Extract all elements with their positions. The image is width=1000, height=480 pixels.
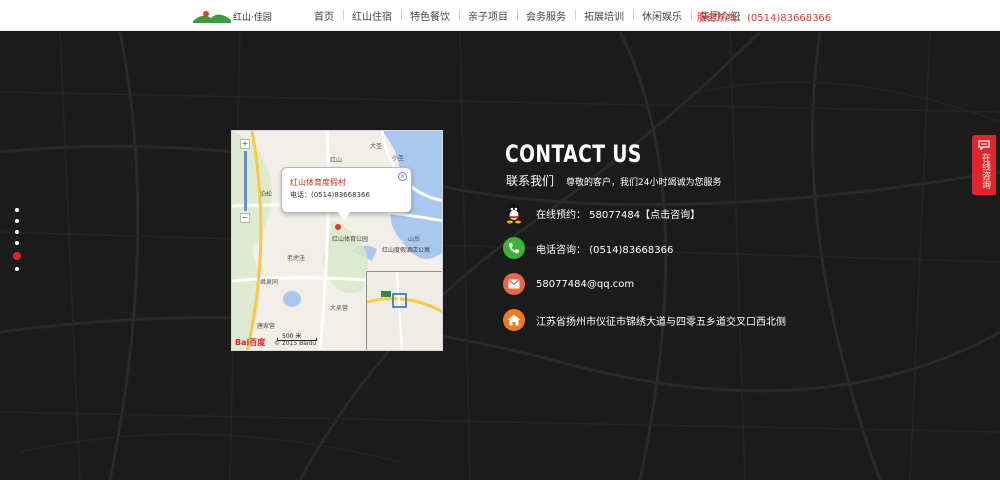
map-label: 君泉同 xyxy=(260,279,279,286)
nav-training[interactable]: 拓展培训 xyxy=(575,8,633,23)
pager-dot[interactable] xyxy=(15,241,19,245)
background-map xyxy=(0,32,1000,480)
map-label: 红山 xyxy=(330,157,343,164)
map-zoom-control: + − xyxy=(238,137,252,245)
map-poi: 红山体育公园 xyxy=(332,236,369,243)
nav-conference[interactable]: 会务服务 xyxy=(517,8,575,23)
map-label: 山后 xyxy=(408,236,421,243)
map-info-window: 红山体育度假村 电话：(0514)83668366 × xyxy=(281,167,412,221)
logo-mountain-icon xyxy=(193,11,231,23)
map-overview[interactable] xyxy=(366,271,442,350)
map-label: 大圣 xyxy=(370,143,383,150)
contact-item-qq[interactable]: 在线预约： 58077484【点击咨询】 xyxy=(503,202,700,224)
nav-lodging[interactable]: 红山住宿 xyxy=(343,8,401,23)
nav-dining[interactable]: 特色餐饮 xyxy=(401,8,459,23)
zoom-out-button[interactable]: − xyxy=(240,213,250,223)
nav-home[interactable]: 首页 xyxy=(305,8,343,23)
contact-text: 电话咨询： (0514)83668366 xyxy=(536,244,674,256)
contact-subtitle: 联系我们 xyxy=(506,174,555,188)
service-hotline: 服务热线：(0514)83668366 xyxy=(697,13,832,24)
baidu-logo: Bai百度 xyxy=(235,338,266,347)
home-icon xyxy=(503,309,525,331)
phone-icon xyxy=(503,237,525,259)
map-label: 小圣 xyxy=(392,155,405,162)
contact-item-email[interactable]: 58077484@qq.com xyxy=(503,273,634,295)
contact-text: 在线预约： 58077484【点击咨询】 xyxy=(536,209,701,221)
location-marker-icon xyxy=(335,224,341,230)
nav-family[interactable]: 亲子项目 xyxy=(459,8,517,23)
map-label: 泊松 xyxy=(260,191,273,198)
pager-dot[interactable] xyxy=(15,230,19,234)
contact-item-address[interactable]: 江苏省扬州市仪征市锦绣大道与四零五乡道交叉口西北侧 xyxy=(503,309,786,331)
contact-description: 尊敬的客户，我们24小时竭诚为您服务 xyxy=(566,178,722,188)
top-header: 红山·佳园 首页 红山住宿 特色餐饮 亲子项目 会务服务 拓展培训 休闲娱乐 集… xyxy=(0,0,1000,31)
contact-text: 江苏省扬州市仪征市锦绣大道与四零五乡道交叉口西北侧 xyxy=(536,316,786,328)
map-label: 大吴营 xyxy=(330,305,349,312)
contact-title: CONTACT US xyxy=(505,140,642,168)
section-pager xyxy=(13,208,21,278)
logo-text: 红山·佳园 xyxy=(233,13,272,23)
overview-map xyxy=(366,271,442,350)
contact-item-phone[interactable]: 电话咨询： (0514)83668366 xyxy=(503,237,673,259)
contact-text: 58077484@qq.com xyxy=(536,278,635,290)
map-label: 唐家营 xyxy=(257,323,276,330)
map-copyright: © 2015 Baidu xyxy=(274,340,317,347)
online-consult-tab[interactable]: 在线咨询 xyxy=(972,135,996,195)
close-icon[interactable]: × xyxy=(398,172,407,181)
chat-icon xyxy=(978,140,990,150)
qq-icon xyxy=(503,202,525,224)
map-poi: 红山度假酒店公寓 xyxy=(382,247,431,254)
site-logo[interactable]: 红山·佳园 xyxy=(193,6,279,26)
nav-leisure[interactable]: 休闲娱乐 xyxy=(633,8,691,23)
pager-dot[interactable] xyxy=(15,267,19,271)
pager-dot[interactable] xyxy=(15,208,19,212)
popup-title: 红山体育度假村 xyxy=(290,178,346,187)
main-nav: 首页 红山住宿 特色餐饮 亲子项目 会务服务 拓展培训 休闲娱乐 集团介绍 xyxy=(305,0,749,31)
consult-label: 在线咨询 xyxy=(980,153,990,189)
location-map[interactable]: + − 大圣 红山 小圣 红山体育公园 红山度假酒店公寓 老虎洼 君泉同 大吴营… xyxy=(231,130,443,351)
pager-dot[interactable] xyxy=(15,219,19,223)
map-label: 老虎洼 xyxy=(287,255,306,262)
popup-phone: 电话：(0514)83668366 xyxy=(290,191,370,199)
zoom-slider[interactable] xyxy=(243,151,247,211)
zoom-in-button[interactable]: + xyxy=(240,139,250,149)
mail-icon xyxy=(503,273,525,295)
pager-dot-active[interactable] xyxy=(13,252,21,260)
